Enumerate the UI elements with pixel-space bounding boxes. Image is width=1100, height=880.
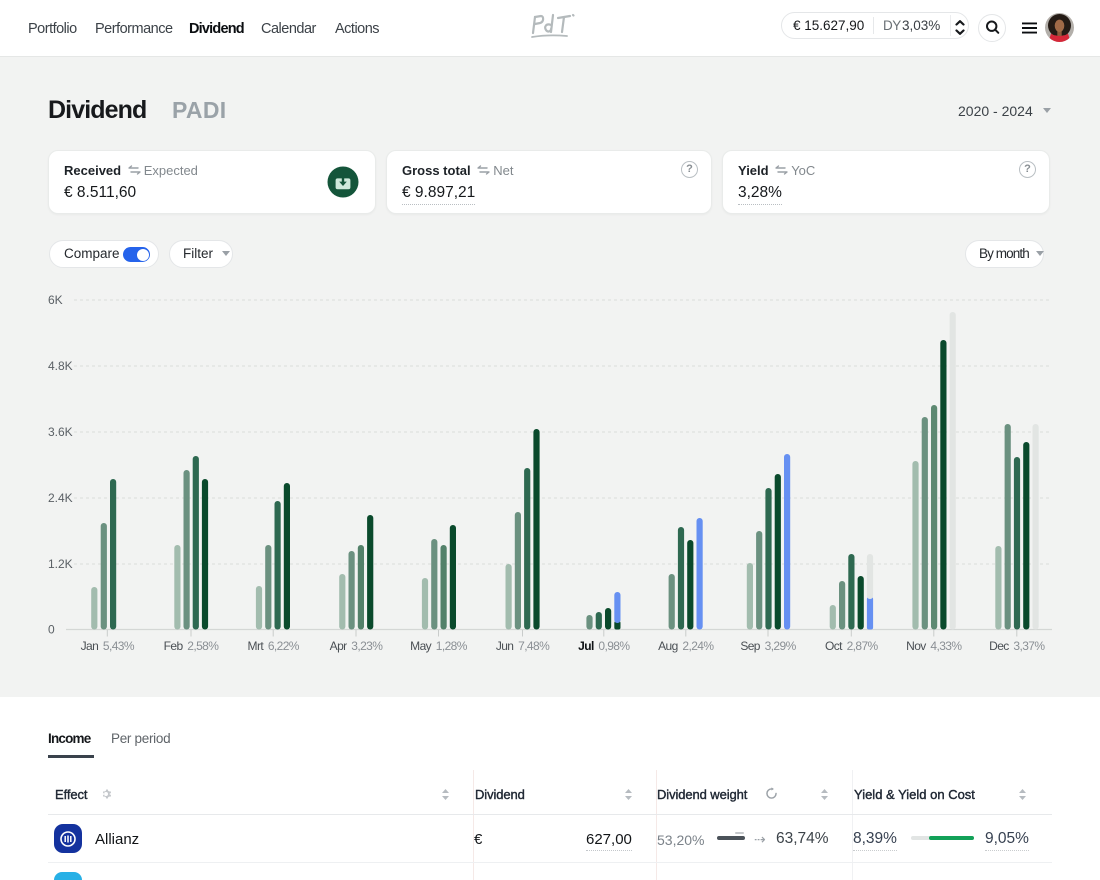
svg-text:Apr 3,23%: Apr 3,23% (330, 639, 384, 653)
svg-text:0: 0 (48, 623, 55, 637)
svg-text:Jun 7,48%: Jun 7,48% (496, 639, 550, 653)
svg-text:Sep 3,29%: Sep 3,29% (740, 639, 796, 653)
svg-text:Jul 0,98%: Jul 0,98% (578, 639, 630, 653)
svg-text:Oct 2,87%: Oct 2,87% (825, 639, 879, 653)
svg-text:4.8K: 4.8K (48, 359, 73, 373)
svg-text:2.4K: 2.4K (48, 491, 73, 505)
svg-text:Mrt 6,22%: Mrt 6,22% (248, 639, 300, 653)
svg-text:6K: 6K (48, 293, 63, 307)
svg-text:May 1,28%: May 1,28% (410, 639, 468, 653)
svg-text:1.2K: 1.2K (48, 557, 73, 571)
svg-text:Aug 2,24%: Aug 2,24% (658, 639, 714, 653)
svg-text:Feb 2,58%: Feb 2,58% (164, 639, 220, 653)
svg-text:3.6K: 3.6K (48, 425, 73, 439)
svg-text:Dec 3,37%: Dec 3,37% (989, 639, 1045, 653)
svg-text:Jan 5,43%: Jan 5,43% (81, 639, 135, 653)
svg-text:Nov 4,33%: Nov 4,33% (906, 639, 962, 653)
